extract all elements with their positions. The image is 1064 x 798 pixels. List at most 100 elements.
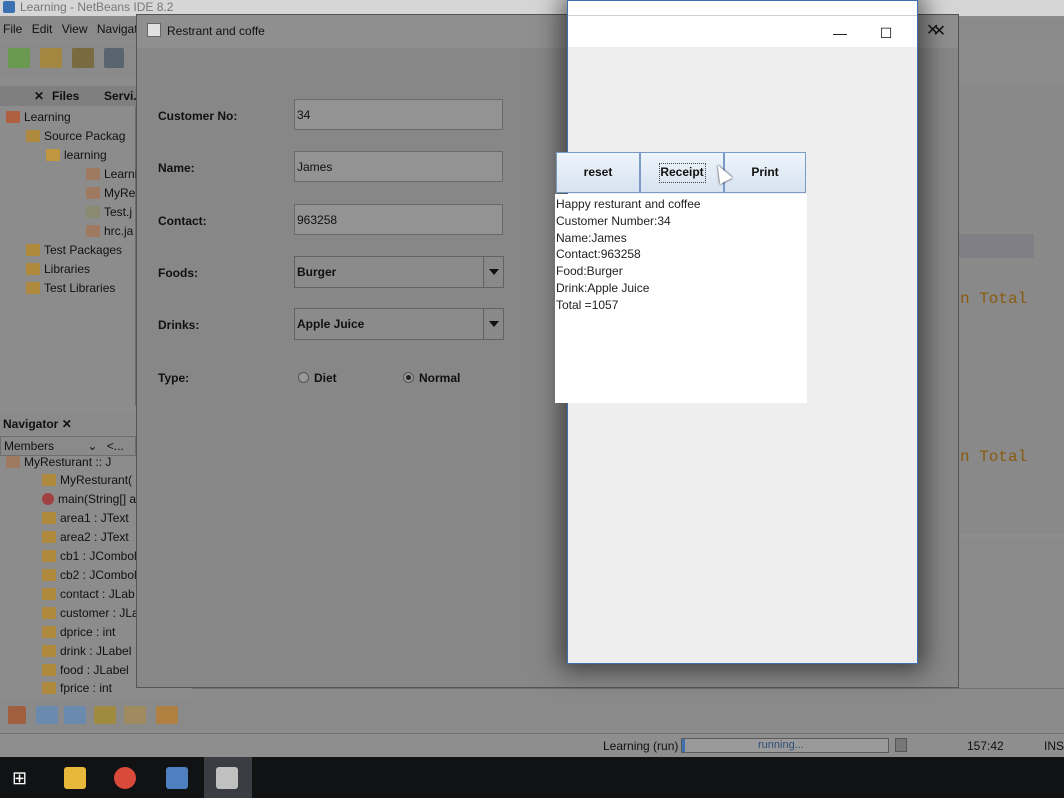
file-explorer-icon[interactable] (64, 767, 86, 789)
nav-item-field[interactable]: contact : JLab (42, 587, 135, 601)
receipt-line: Name:James (556, 230, 627, 245)
field-icon (42, 626, 56, 638)
reset-button[interactable]: reset (556, 152, 640, 193)
insert-mode: INS (1044, 739, 1064, 753)
tree-item-libraries[interactable]: Libraries (26, 262, 90, 276)
tree-item-test-packages[interactable]: Test Packages (26, 243, 122, 257)
tree-item-test[interactable]: Test.j (86, 205, 132, 219)
tree-item-hrc[interactable]: hrc.ja (86, 224, 133, 238)
nav-item-field[interactable]: fprice : int (42, 681, 112, 695)
receipt-text: Happy resturant and coffee Customer Numb… (556, 196, 701, 314)
restaurant-window-title: Restrant and coffe (167, 24, 265, 38)
customer-no-label: Customer No: (158, 109, 238, 123)
tab-files[interactable]: Files (52, 89, 79, 103)
maximize-icon[interactable]: ☐ (874, 24, 898, 42)
class-icon (6, 456, 20, 468)
nav-item-field[interactable]: area2 : JText (42, 530, 129, 544)
customer-no-field[interactable]: 34 (294, 99, 503, 130)
tree-item-test-libraries[interactable]: Test Libraries (26, 281, 115, 295)
nav-item-field[interactable]: cb2 : JCombol (42, 568, 137, 582)
java-file-icon (86, 206, 100, 218)
run-label: Learning (run) (603, 739, 679, 753)
field-icon (42, 607, 56, 619)
nav-item-field[interactable]: drink : JLabel (42, 644, 131, 658)
tree-item-learning[interactable]: Learning (6, 110, 71, 124)
menu-file[interactable]: File (0, 18, 25, 36)
windows-start-icon[interactable]: ⊞ (12, 768, 27, 789)
drinks-combo[interactable]: Apple Juice (294, 308, 504, 340)
nav-item-field[interactable]: area1 : JText (42, 511, 129, 525)
design-icon[interactable] (156, 706, 178, 724)
java-form-icon (86, 168, 100, 180)
radio-selected-icon (403, 372, 414, 383)
drinks-combo-value: Apple Juice (297, 317, 365, 331)
field-icon (42, 512, 56, 524)
menu-navigate[interactable]: Navigat (94, 18, 141, 36)
chrome-icon[interactable] (114, 767, 136, 789)
name-field[interactable]: James (294, 151, 503, 182)
open-project-icon[interactable] (72, 48, 94, 68)
nav-item-main[interactable]: main(String[] a (42, 492, 136, 506)
name-label: Name: (158, 161, 195, 175)
tree-item-source-packages[interactable]: Source Packag (26, 129, 125, 143)
menu-edit[interactable]: Edit (29, 18, 56, 36)
normal-radio[interactable]: Normal (403, 371, 460, 385)
contact-field[interactable]: 963258 (294, 204, 503, 235)
nav-item-class[interactable]: MyResturant :: J (6, 455, 111, 469)
close-icon[interactable]: ✕ (926, 20, 939, 40)
palette-icon[interactable] (8, 706, 26, 724)
code-editor-pane: n Total n Total (958, 84, 1064, 534)
status-bar: Learning (run) running... 157:42 INS (0, 733, 1064, 757)
new-file-icon[interactable] (8, 48, 30, 68)
windows-taskbar: ⊞ (0, 757, 1064, 798)
print-button[interactable]: Print (724, 152, 806, 193)
netbeans-icon[interactable] (166, 767, 188, 789)
close-tab-icon[interactable]: ✕ (34, 89, 44, 103)
nav-item-field[interactable]: food : JLabel (42, 663, 129, 677)
nav-item-field[interactable]: cb1 : JCombol (42, 549, 137, 563)
code-line: n Total (960, 448, 1028, 466)
receipt-line: Customer Number:34 (556, 213, 671, 228)
palette-toolbar (0, 700, 192, 730)
progress-bar: running... (681, 738, 889, 753)
lock-icon[interactable] (94, 706, 116, 724)
foods-combo[interactable]: Burger (294, 256, 504, 288)
chevron-down-icon[interactable] (483, 257, 503, 287)
tab-services[interactable]: Servi. (104, 89, 137, 103)
field-icon (42, 588, 56, 600)
nav-item-constructor[interactable]: MyResturant( (42, 473, 132, 487)
radio-unselected-icon (298, 372, 309, 383)
chevron-down-icon: ⌄ (87, 439, 98, 453)
contact-label: Contact: (158, 214, 207, 228)
close-navigator-icon[interactable]: ✕ (62, 417, 72, 431)
preview-icon[interactable] (124, 706, 146, 724)
new-project-icon[interactable] (40, 48, 62, 68)
selection-icon[interactable] (36, 706, 58, 724)
projects-tab-strip: ✕ Files Servi. (0, 86, 137, 106)
cancel-task-icon[interactable] (895, 738, 907, 752)
nav-item-field[interactable]: dprice : int (42, 625, 115, 639)
output-area (192, 688, 1064, 730)
field-icon (42, 664, 56, 676)
progress-fill (682, 739, 685, 752)
tree-item-learning-package[interactable]: learning (46, 148, 107, 162)
folder-icon (26, 244, 40, 256)
folder-icon (26, 130, 40, 142)
java-icon (216, 767, 238, 789)
ide-toolbar (0, 42, 136, 78)
nav-item-field[interactable]: customer : JLa (42, 606, 139, 620)
members-dropdown[interactable]: Members ⌄ <... (0, 436, 136, 456)
minimize-icon[interactable]: — (828, 24, 852, 42)
foods-label: Foods: (158, 266, 198, 280)
save-all-icon[interactable] (104, 48, 124, 68)
netbeans-logo-icon (3, 1, 15, 13)
tree-item-learning-class[interactable]: Learni (86, 167, 137, 181)
menu-view[interactable]: View (59, 18, 91, 36)
receipt-title-bar: — ☐ (568, 15, 917, 47)
connection-icon[interactable] (64, 706, 86, 724)
folder-icon (26, 282, 40, 294)
chevron-down-icon[interactable] (483, 309, 503, 339)
diet-radio[interactable]: Diet (298, 371, 337, 385)
tree-item-myresturant[interactable]: MyRes (86, 186, 141, 200)
field-icon (42, 569, 56, 581)
